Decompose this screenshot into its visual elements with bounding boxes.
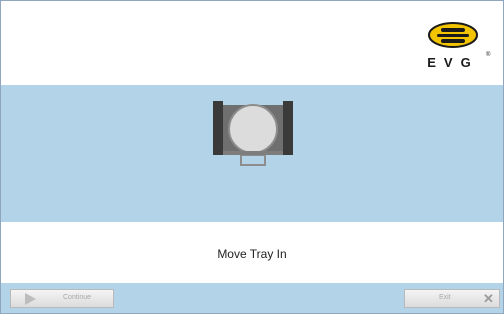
message-area: Move Tray In: [1, 222, 503, 283]
evg-logo: EVG ®: [413, 19, 493, 70]
evg-emblem-icon: [428, 22, 478, 48]
dialog-window: EVG ® Move Tray In Continue Exit ✕: [0, 0, 504, 314]
tray-icon: [213, 101, 293, 166]
footer-bar: Continue Exit ✕: [1, 283, 503, 313]
registered-mark: ®: [486, 52, 491, 58]
exit-label: Exit: [439, 294, 451, 301]
header: EVG ®: [1, 1, 503, 85]
play-icon: [25, 293, 36, 305]
continue-label: Continue: [63, 294, 92, 301]
continue-button[interactable]: Continue: [10, 289, 114, 308]
illustration-area: [1, 85, 503, 222]
close-icon: ✕: [483, 291, 494, 306]
status-message: Move Tray In: [217, 247, 287, 261]
exit-button[interactable]: Exit ✕: [404, 289, 500, 308]
logo-text: EVG: [427, 55, 479, 70]
